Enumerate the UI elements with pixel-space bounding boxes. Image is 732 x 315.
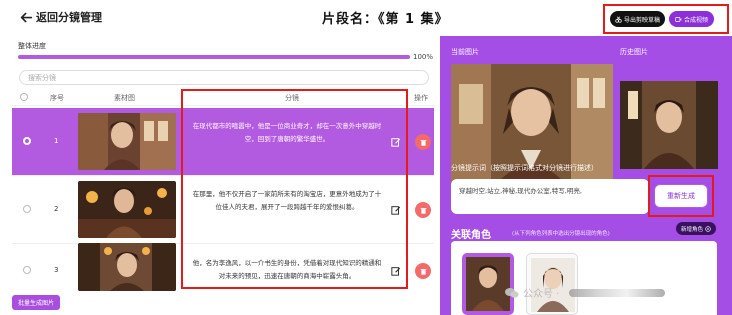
prompt-textarea[interactable]: 穿越时空,站立,神秘,现代办公室,特写,明亮, <box>451 179 649 214</box>
row-index: 1 <box>54 137 59 145</box>
row-radio[interactable] <box>23 137 31 145</box>
role-card[interactable] <box>526 253 578 315</box>
export-draft-label: 导出剪映草稿 <box>624 16 661 24</box>
row-index: 3 <box>54 266 59 274</box>
add-role-label: 新增角色 <box>681 226 704 233</box>
delete-button[interactable] <box>415 134 431 150</box>
row-thumbnail[interactable] <box>78 243 176 291</box>
role-list <box>451 241 717 315</box>
prompt-label: 分镜提示词（按照提示词格式对分镜进行描述） <box>451 164 598 172</box>
history-image[interactable] <box>620 81 718 169</box>
page-title: 片段名：《第 1 集》 <box>322 12 449 27</box>
delete-button[interactable] <box>415 263 431 279</box>
row-index: 2 <box>54 205 59 213</box>
wechat-icon <box>505 287 519 298</box>
current-image-label: 当前图片 <box>451 48 479 56</box>
top-actions-highlight: 导出剪映草稿 合成视频 <box>603 4 729 34</box>
row-thumbnail[interactable] <box>78 113 176 170</box>
history-image-label: 历史图片 <box>620 48 648 56</box>
scissors-icon <box>615 15 622 23</box>
batch-generate-button[interactable]: 批量生成图片 <box>12 295 61 310</box>
column-header-image: 素材图 <box>114 94 135 102</box>
delete-button[interactable] <box>415 202 431 218</box>
assoc-roles-subtitle: (从下列角色列表中选出分镜出现的角色) <box>512 231 610 237</box>
export-draft-button[interactable]: 导出剪映草稿 <box>610 11 666 27</box>
row-thumbnail[interactable] <box>78 181 176 238</box>
regenerate-button[interactable]: 重新生成 <box>654 184 708 208</box>
regenerate-highlight: 重新生成 <box>648 175 714 217</box>
shot-column-highlight <box>181 89 408 289</box>
progress-bar <box>18 55 410 59</box>
back-label: 返回分镜管理 <box>36 11 102 24</box>
progress-label: 整体进度 <box>18 42 46 50</box>
add-role-button[interactable]: 新增角色 <box>676 222 717 235</box>
assoc-roles-title: 关联角色 <box>451 230 491 241</box>
progress-percent: 100% <box>413 53 434 61</box>
compose-video-label: 合成视频 <box>684 16 709 24</box>
row-radio[interactable] <box>23 266 31 274</box>
column-header-actions: 操作 <box>414 94 428 102</box>
search-input[interactable] <box>19 70 429 85</box>
watermark-text: 公众号 · <box>523 289 560 300</box>
compose-video-button[interactable]: 合成视频 <box>669 11 715 27</box>
select-all-radio[interactable] <box>20 93 28 101</box>
column-header-index: 序号 <box>50 94 64 102</box>
detail-panel: 当前图片 历史图片 分镜提示词（按照提示词格式对分镜进行描述） 穿越时空,站立,… <box>440 36 732 315</box>
trash-icon <box>420 139 426 146</box>
trash-icon <box>420 268 426 275</box>
watermark: 公众号 · <box>505 285 666 300</box>
watermark-blur <box>569 288 666 297</box>
role-card[interactable] <box>462 253 514 315</box>
back-button[interactable]: 返回分镜管理 <box>20 9 102 25</box>
plus-circle-icon <box>705 225 711 232</box>
trash-icon <box>420 207 426 214</box>
video-icon <box>675 16 682 22</box>
progress-fill <box>18 55 410 59</box>
row-radio[interactable] <box>23 205 31 213</box>
back-arrow-icon <box>20 12 33 22</box>
